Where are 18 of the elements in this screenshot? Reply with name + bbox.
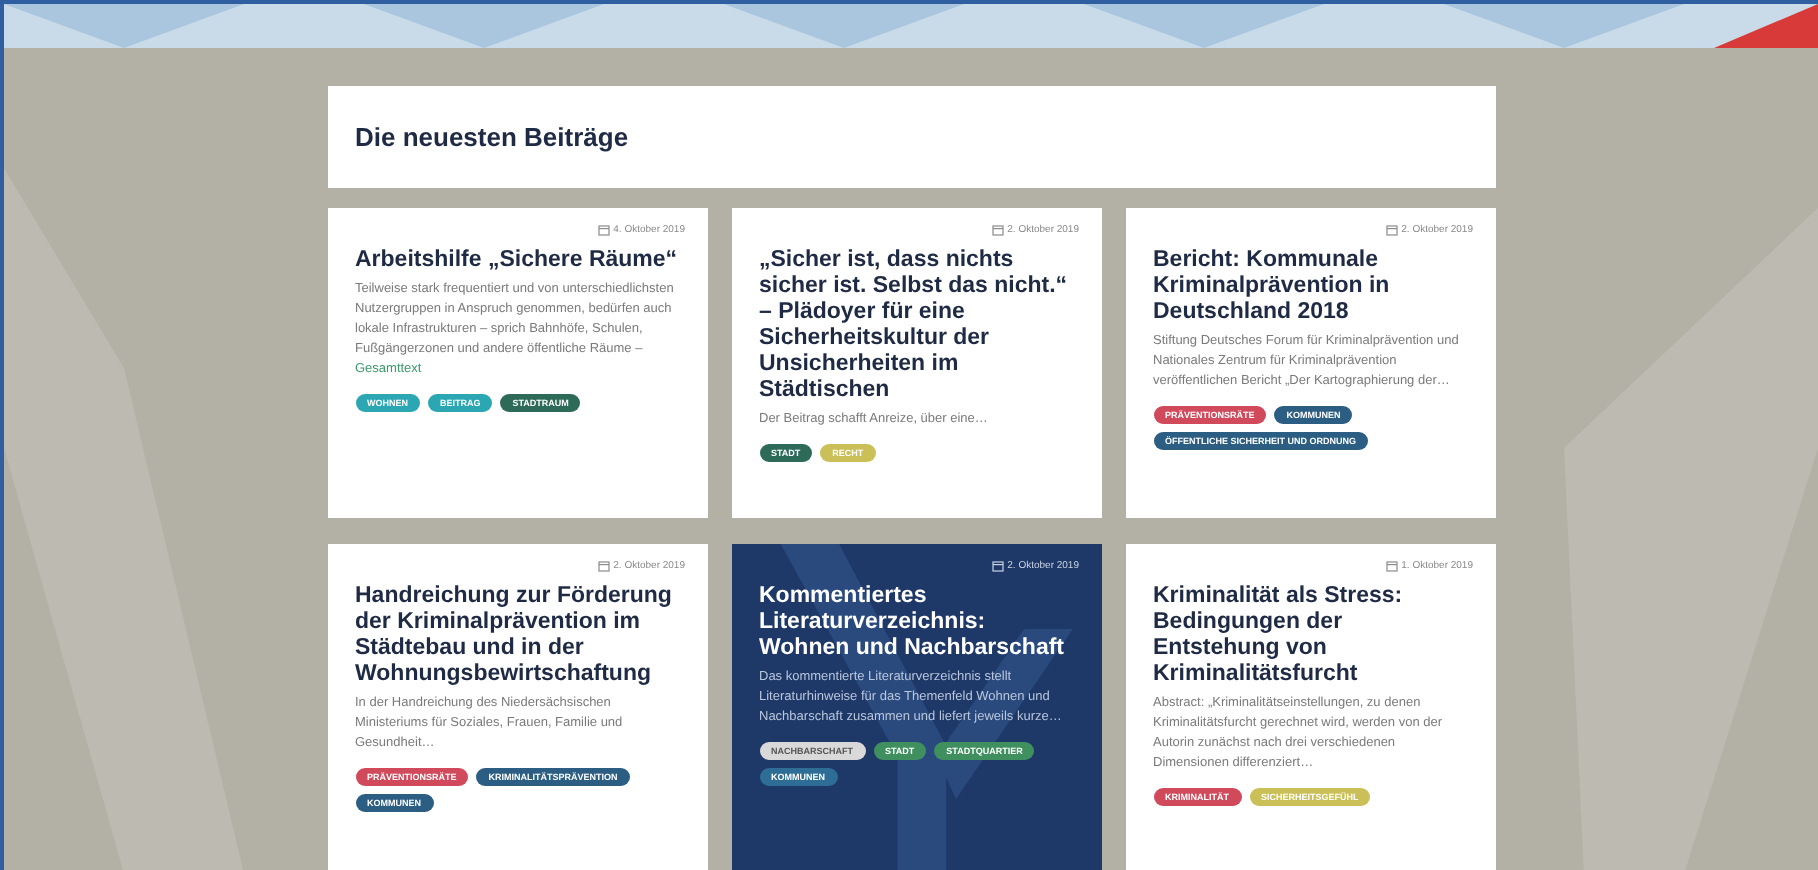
post-card[interactable] [1125, 208, 1495, 518]
section-title: Die neuesten Beiträge [355, 122, 631, 152]
calendar-icon [991, 224, 1004, 236]
post-title[interactable]: Kommentiertes Literaturverzeichnis: Wohnen und Nachbarschaft [759, 584, 1079, 662]
post-card[interactable] [327, 544, 707, 870]
calendar-icon [1385, 224, 1398, 236]
post-title[interactable]: Arbeitshilfe „Sichere Räume“ [355, 248, 685, 274]
calendar-icon [597, 224, 610, 236]
post-card[interactable] [327, 208, 707, 518]
calendar-icon [991, 560, 1004, 572]
post-title[interactable]: „Sicher ist, dass nichts sicher ist. Selbst das nicht.“ – Plädoyer für eine Sicherheitskultur der Unsicherheiten im Städtischen [759, 248, 1079, 404]
post-card[interactable] [1125, 544, 1495, 870]
post-title[interactable]: Bericht: Kommunale Kriminalprävention in Deutschland 2018 [1153, 248, 1473, 326]
post-title[interactable]: Kriminalität als Stress: Bedingungen der Entstehung von Kriminalitätsfurcht [1153, 584, 1473, 688]
calendar-icon [1385, 560, 1398, 572]
calendar-icon [597, 560, 610, 572]
post-card[interactable] [731, 544, 1101, 870]
post-title[interactable]: Handreichung zur Förderung der Kriminalprävention im Städtebau und in der Wohnungsbewirtschaftung [355, 584, 685, 688]
